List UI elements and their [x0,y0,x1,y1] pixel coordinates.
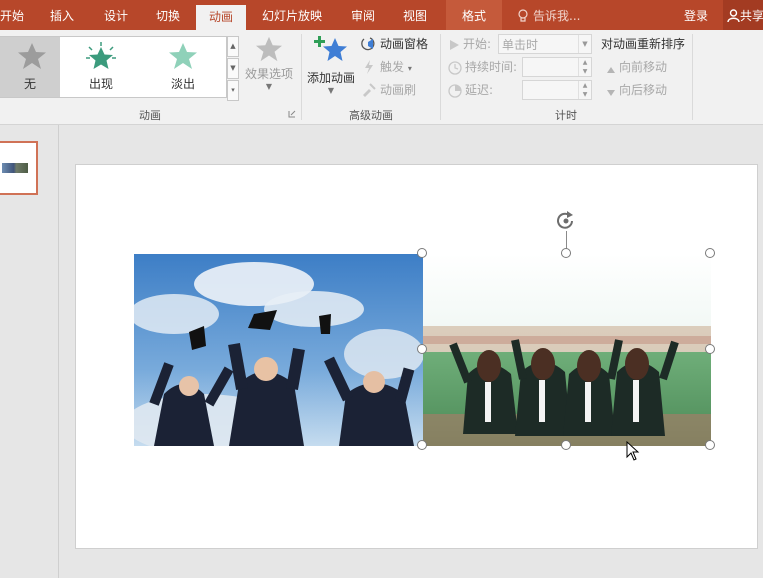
duration-input[interactable]: ▲ ▼ [522,57,592,77]
rotate-handle-icon[interactable] [554,209,578,233]
gallery-more[interactable]: ▾ [227,80,239,101]
start-select-value: 单击时 [502,38,539,52]
resize-handle-top[interactable] [561,248,571,258]
person-icon [727,9,740,23]
add-animation-button[interactable]: 添加动画 ▼ [305,34,357,95]
duration-label-text: 持续时间: [465,60,518,74]
move-earlier-button[interactable]: 向前移动 [606,57,667,77]
animation-pane-icon [361,37,375,51]
chevron-down-icon: ▼ [265,82,273,91]
group-separator [692,34,693,120]
graduates-seated-on-field-photo[interactable] [423,254,711,446]
clock-icon [448,61,462,75]
trigger-label: 触发 [380,60,405,74]
chevron-down-icon: ▾ [407,64,412,73]
slide-thumbnail-pane [0,125,59,578]
green-star-icon [169,43,197,69]
thumbnail-preview [2,163,28,173]
duration-label: 持续时间: [448,57,517,77]
graduates-throwing-caps-photo[interactable] [134,254,423,446]
triangle-up-icon [607,67,615,73]
gallery-scroll-up[interactable]: ▲ [227,36,239,57]
move-later-button[interactable]: 向后移动 [606,80,667,100]
tab-view[interactable]: 视图 [403,0,427,30]
animation-painter-icon [363,83,376,97]
move-later-label: 向后移动 [619,83,668,97]
effect-options-button[interactable]: 效果选项 ▼ [243,36,295,91]
tab-review[interactable]: 审阅 [351,0,375,30]
gallery-scroll-down[interactable]: ▼ [227,58,239,79]
ribbon: 无 出现 淡出 ▲ ▼ ▾ 效果选项 ▼ 动画 添加动画 ▼ 动画窗格 触发 ▾… [0,30,763,125]
tab-design[interactable]: 设计 [104,0,128,30]
group-label-timing: 计时 [555,109,577,122]
resize-handle-right[interactable] [705,344,715,354]
dialog-launcher-icon[interactable] [288,110,296,118]
animation-gallery: 无 出现 淡出 [0,36,227,98]
gallery-item-appear-label: 出现 [88,77,113,91]
tab-format[interactable]: 格式 [446,0,502,30]
animation-painter-label: 动画刷 [380,83,417,97]
delay-clock-icon [448,84,462,98]
share-button[interactable]: 共享 [723,0,763,30]
graduation-photo-icon [423,254,711,446]
gallery-scroll: ▲ ▼ ▾ [227,36,239,101]
tell-me-text: 告诉我... [533,9,581,23]
reorder-title: 对动画重新排序 [601,37,686,51]
gallery-item-none-label: 无 [23,77,36,91]
triangle-down-icon [607,90,615,96]
gallery-item-fade-label: 淡出 [170,77,195,91]
start-label-text: 开始: [463,37,492,51]
resize-handle-bottom-left[interactable] [417,440,427,450]
gallery-item-appear[interactable]: 出现 [72,37,130,97]
chevron-down-icon: ▼ [327,86,335,95]
slide-thumbnail[interactable] [0,141,38,195]
resize-handle-top-left[interactable] [417,248,427,258]
spinner-arrows-icon[interactable]: ▲ ▼ [578,58,591,76]
tab-home[interactable]: 开始 [0,0,24,30]
resize-handle-top-right[interactable] [705,248,715,258]
lightbulb-icon [518,9,528,22]
chevron-down-icon: ▼ [578,35,591,53]
gray-star-icon [18,43,46,69]
move-earlier-label: 向前移动 [619,60,668,74]
graduation-photo-icon [134,254,423,446]
group-label-advanced: 高级动画 [349,109,393,122]
trigger-button[interactable]: 触发 ▾ [361,57,412,77]
start-select[interactable]: 单击时 ▼ [498,34,592,54]
slide-canvas[interactable] [75,164,758,549]
effect-options-label: 效果选项 [244,67,293,81]
resize-handle-bottom[interactable] [561,440,571,450]
tab-insert[interactable]: 插入 [50,0,74,30]
mouse-pointer-icon [626,441,640,461]
start-label: 开始: [448,34,491,54]
delay-input[interactable]: ▲ ▼ [522,80,592,100]
resize-handle-bottom-right[interactable] [705,440,715,450]
spinner-arrows-icon[interactable]: ▲ ▼ [578,81,591,99]
gallery-item-fade[interactable]: 淡出 [154,37,212,97]
gallery-item-none[interactable]: 无 [0,37,60,97]
share-label: 共享 [740,9,763,23]
add-animation-star-icon [314,36,347,61]
group-label-animation: 动画 [139,109,161,122]
resize-handle-left[interactable] [417,344,427,354]
gray-star-icon [256,36,282,62]
delay-label-text: 延迟: [465,83,494,97]
animation-pane-label: 动画窗格 [380,37,429,51]
login-link[interactable]: 登录 [684,0,708,32]
tell-me-box[interactable]: 告诉我... [517,0,580,30]
play-icon [450,40,459,50]
animation-painter-button[interactable]: 动画刷 [361,80,416,100]
ribbon-tab-bar: 开始 插入 设计 切换 动画 幻灯片放映 审阅 视图 格式 告诉我... 登录 … [0,0,763,37]
animation-pane-button[interactable]: 动画窗格 [361,34,428,54]
green-burst-star-icon [86,42,116,69]
delay-label: 延迟: [448,80,493,100]
tab-transitions[interactable]: 切换 [156,0,180,30]
add-animation-label: 添加动画 [306,71,355,85]
lightning-icon [365,60,373,74]
tab-slideshow[interactable]: 幻灯片放映 [262,0,322,30]
